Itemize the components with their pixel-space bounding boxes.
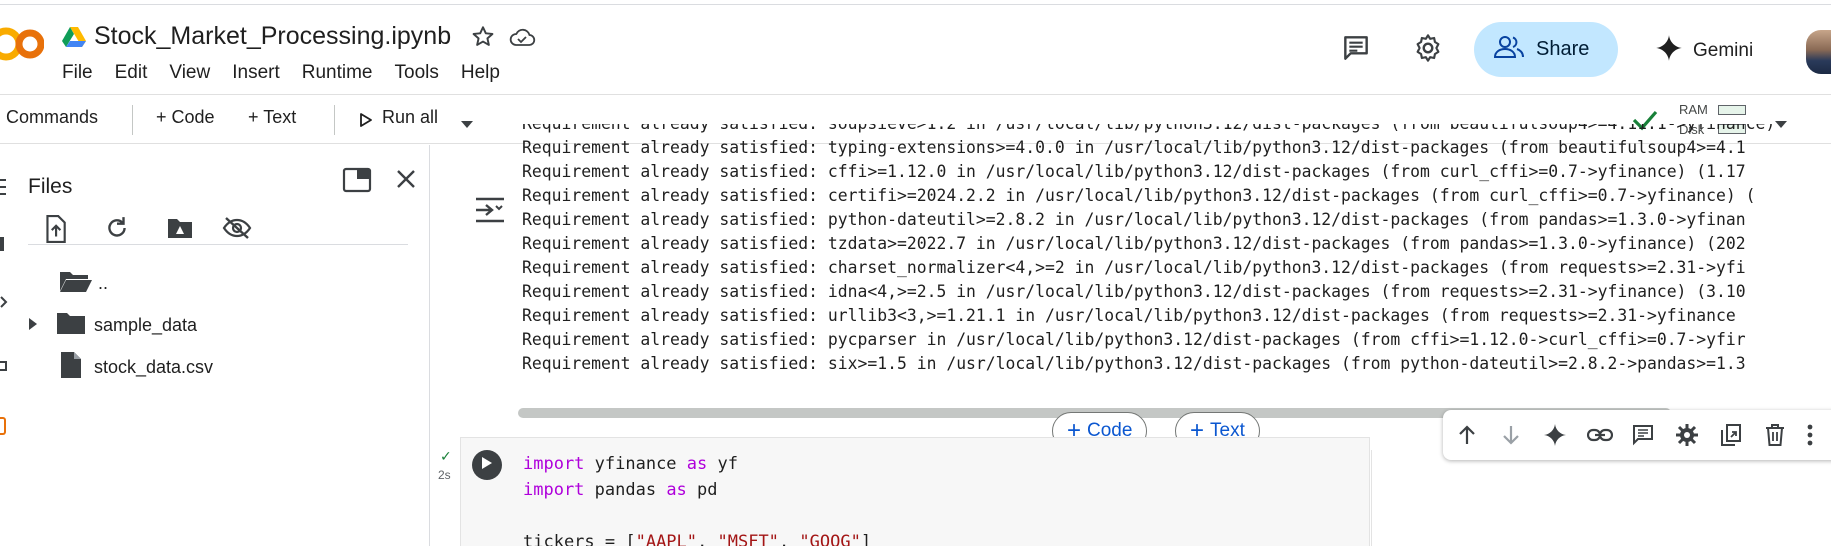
file-icon	[60, 351, 82, 384]
open-in-tab-icon[interactable]	[342, 167, 372, 198]
folder-open-icon	[58, 269, 92, 298]
files-toolbar	[28, 215, 408, 245]
code-line: tickers = ["AAPL", "MSFT", "GOOG"]	[523, 532, 872, 546]
output-line: Requirement already satisfied: idna<4,>=…	[522, 282, 1746, 301]
top-border	[0, 4, 1831, 5]
sidebar-rail-icon[interactable]	[0, 361, 7, 371]
output-line: Requirement already satisfied: charset_n…	[522, 258, 1746, 277]
run-all-button[interactable]: Run all	[382, 107, 438, 128]
expand-arrow-icon[interactable]	[28, 315, 38, 336]
share-button[interactable]: Share	[1474, 22, 1618, 77]
google-drive-icon[interactable]	[62, 26, 86, 53]
output-line: Requirement already satisfied: soupsieve…	[522, 124, 1831, 136]
colab-logo[interactable]	[0, 24, 44, 68]
mirror-cell-icon[interactable]	[1719, 423, 1743, 452]
files-sidebar: Files .. sample_data stock_data.csv	[0, 145, 430, 546]
add-text-button[interactable]: + Text	[248, 107, 296, 128]
file-item-label: sample_data	[94, 315, 198, 335]
gemini-button[interactable]: Gemini	[1655, 34, 1753, 67]
sidebar-rail-icon[interactable]	[0, 295, 8, 313]
toolbar-divider	[132, 105, 133, 135]
execution-success-icon: ✓	[440, 448, 452, 464]
code-line: import pandas as pd	[523, 480, 718, 500]
cell-output: Requirement already satisfied: soupsieve…	[522, 124, 1831, 394]
move-cell-down-icon[interactable]	[1499, 423, 1523, 452]
menu-edge-icon[interactable]	[0, 177, 6, 202]
user-avatar[interactable]	[1806, 30, 1831, 74]
menu-view[interactable]: View	[169, 62, 210, 84]
output-actions-icon[interactable]	[474, 196, 506, 229]
comments-icon[interactable]	[1340, 32, 1372, 69]
sidebar-rail-files-icon[interactable]	[0, 417, 6, 435]
menu-runtime[interactable]: Runtime	[302, 62, 373, 84]
gemini-sparkle-icon[interactable]	[1543, 423, 1567, 452]
output-line: Requirement already satisfied: pycparser…	[522, 330, 1746, 349]
ram-label: RAM	[1679, 102, 1708, 117]
close-icon[interactable]	[394, 167, 418, 196]
output-line: Requirement already satisfied: python-da…	[522, 210, 1746, 229]
ram-usage-bar	[1718, 105, 1746, 115]
gemini-sparkle-icon	[1655, 34, 1683, 67]
file-item-label: stock_data.csv	[94, 357, 214, 377]
code-line: import yfinance as yf	[523, 454, 738, 474]
menu-tools[interactable]: Tools	[395, 62, 439, 84]
menu-file[interactable]: File	[62, 62, 93, 84]
folder-icon	[56, 311, 86, 340]
hide-hidden-files-icon[interactable]	[222, 215, 252, 246]
link-icon[interactable]	[1586, 423, 1614, 452]
file-item-label: ..	[98, 273, 109, 293]
file-item-stock-data[interactable]: stock_data.csv	[60, 351, 213, 384]
files-panel-title: Files	[28, 175, 73, 198]
upload-file-icon[interactable]	[42, 215, 68, 248]
notebook-title[interactable]: Stock_Market_Processing.ipynb	[94, 22, 451, 51]
move-cell-up-icon[interactable]	[1455, 423, 1479, 452]
gemini-label: Gemini	[1693, 39, 1754, 61]
file-item-sample-data[interactable]: sample_data	[28, 311, 197, 340]
commands-button[interactable]: Commands	[6, 107, 98, 128]
run-cell-button[interactable]	[472, 450, 502, 480]
more-options-icon[interactable]	[1807, 423, 1813, 452]
refresh-icon[interactable]	[104, 215, 130, 246]
execution-time: 2s	[438, 468, 451, 482]
add-code-button[interactable]: + Code	[156, 107, 215, 128]
menu-insert[interactable]: Insert	[232, 62, 280, 84]
play-icon	[360, 111, 372, 132]
output-line: Requirement already satisfied: six>=1.5 …	[522, 354, 1746, 373]
menu-edit[interactable]: Edit	[115, 62, 148, 84]
cloud-saved-icon[interactable]	[508, 24, 536, 55]
cell-divider	[1371, 450, 1372, 546]
mount-drive-icon[interactable]	[166, 215, 194, 246]
share-label: Share	[1536, 38, 1590, 60]
output-line: Requirement already satisfied: typing-ex…	[522, 138, 1746, 157]
toolbar-divider	[334, 105, 335, 135]
output-line: Requirement already satisfied: cffi>=1.1…	[522, 162, 1746, 181]
delete-trash-icon[interactable]	[1763, 423, 1787, 452]
comment-icon[interactable]	[1631, 423, 1655, 452]
cell-settings-gear-icon[interactable]	[1675, 423, 1699, 452]
menu-help[interactable]: Help	[461, 62, 500, 84]
sidebar-rail-icon[interactable]	[0, 237, 4, 251]
settings-gear-icon[interactable]	[1412, 32, 1444, 69]
output-line: Requirement already satisfied: certifi>=…	[522, 186, 1756, 205]
star-icon[interactable]	[470, 24, 496, 55]
run-all-dropdown-icon[interactable]	[460, 114, 474, 135]
file-item-parent[interactable]: ..	[58, 269, 108, 298]
menu-bar: File Edit View Insert Runtime Tools Help	[62, 62, 522, 84]
output-line: Requirement already satisfied: urllib3<3…	[522, 306, 1736, 325]
code-editor[interactable]: import yfinance as yf import pandas as pd…	[523, 451, 871, 546]
share-people-icon	[1493, 35, 1524, 64]
output-line: Requirement already satisfied: tzdata>=2…	[522, 234, 1746, 253]
cell-toolbar	[1443, 410, 1831, 460]
play-icon	[481, 456, 493, 475]
